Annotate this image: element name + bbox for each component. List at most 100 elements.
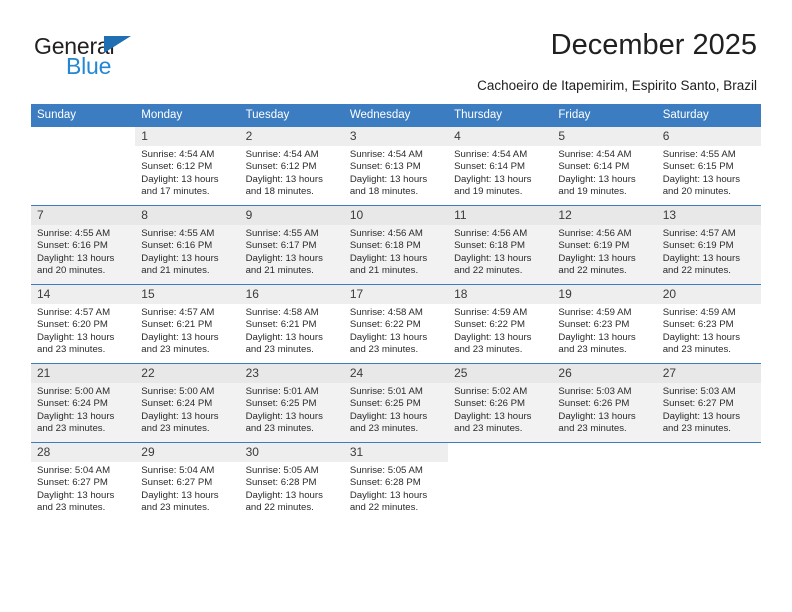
- calendar-day-cell[interactable]: 17 Sunrise: 4:58 AM Sunset: 6:22 PM Dayl…: [343, 284, 449, 364]
- day-details: Sunrise: 4:55 AM Sunset: 6:16 PM Dayligh…: [135, 225, 239, 278]
- day-number: 10: [343, 206, 449, 225]
- calendar-day-cell[interactable]: 25 Sunrise: 5:02 AM Sunset: 6:26 PM Dayl…: [448, 363, 553, 443]
- daylight-text-line2: and 19 minutes.: [454, 186, 523, 198]
- calendar-day-cell[interactable]: 2 Sunrise: 4:54 AM Sunset: 6:12 PM Dayli…: [239, 126, 344, 206]
- day-details: Sunrise: 4:56 AM Sunset: 6:18 PM Dayligh…: [344, 225, 448, 278]
- daylight-text-line1: Daylight: 13 hours: [558, 410, 636, 422]
- calendar-day-cell[interactable]: 9 Sunrise: 4:55 AM Sunset: 6:17 PM Dayli…: [239, 205, 344, 285]
- sunset-text: Sunset: 6:25 PM: [245, 398, 317, 410]
- calendar-day-cell[interactable]: 20 Sunrise: 4:59 AM Sunset: 6:23 PM Dayl…: [656, 284, 761, 364]
- day-number: 4: [448, 127, 553, 146]
- calendar-day-cell[interactable]: 21 Sunrise: 5:00 AM Sunset: 6:24 PM Dayl…: [31, 363, 136, 443]
- sunset-text: Sunset: 6:13 PM: [349, 161, 421, 173]
- daylight-text-line2: and 23 minutes.: [37, 423, 106, 435]
- calendar-day-cell[interactable]: 12 Sunrise: 4:56 AM Sunset: 6:19 PM Dayl…: [552, 205, 657, 285]
- calendar-day-cell[interactable]: 22 Sunrise: 5:00 AM Sunset: 6:24 PM Dayl…: [135, 363, 240, 443]
- day-details: Sunrise: 4:55 AM Sunset: 6:15 PM Dayligh…: [657, 146, 761, 199]
- daylight-text-line2: and 19 minutes.: [558, 186, 627, 198]
- weekday-header-saturday: Saturday: [656, 104, 761, 127]
- calendar-day-cell[interactable]: 3 Sunrise: 4:54 AM Sunset: 6:13 PM Dayli…: [343, 126, 449, 206]
- calendar-day-cell[interactable]: 10 Sunrise: 4:56 AM Sunset: 6:18 PM Dayl…: [343, 205, 449, 285]
- calendar-day-cell[interactable]: 13 Sunrise: 4:57 AM Sunset: 6:19 PM Dayl…: [656, 205, 761, 285]
- calendar-day-cell[interactable]: 19 Sunrise: 4:59 AM Sunset: 6:23 PM Dayl…: [552, 284, 657, 364]
- day-number: 9: [239, 206, 344, 225]
- day-number: 18: [448, 285, 553, 304]
- sunrise-text: Sunrise: 4:55 AM: [141, 228, 215, 239]
- generalblue-logo[interactable]: General Blue: [34, 33, 224, 83]
- calendar-day-cell[interactable]: 28 Sunrise: 5:04 AM Sunset: 6:27 PM Dayl…: [31, 442, 136, 521]
- day-number: 22: [135, 364, 240, 383]
- calendar-week-row: 14 Sunrise: 4:57 AM Sunset: 6:20 PM Dayl…: [31, 284, 761, 364]
- page-title: December 2025: [550, 29, 757, 61]
- calendar-day-cell[interactable]: 23 Sunrise: 5:01 AM Sunset: 6:25 PM Dayl…: [239, 363, 344, 443]
- sunrise-text: Sunrise: 4:59 AM: [558, 307, 632, 318]
- daylight-text-line1: Daylight: 13 hours: [558, 331, 636, 343]
- daylight-text-line1: Daylight: 13 hours: [37, 331, 115, 343]
- calendar-header-row: Sunday Monday Tuesday Wednesday Thursday…: [31, 104, 761, 127]
- sunset-text: Sunset: 6:15 PM: [662, 161, 734, 173]
- daylight-text-line1: Daylight: 13 hours: [454, 252, 532, 264]
- daylight-text-line2: and 23 minutes.: [662, 423, 731, 435]
- calendar-day-cell[interactable]: 27 Sunrise: 5:03 AM Sunset: 6:27 PM Dayl…: [656, 363, 761, 443]
- calendar-day-cell[interactable]: 14 Sunrise: 4:57 AM Sunset: 6:20 PM Dayl…: [31, 284, 136, 364]
- daylight-text-line2: and 20 minutes.: [37, 265, 106, 277]
- sunrise-text: Sunrise: 4:56 AM: [558, 228, 632, 239]
- sunrise-text: Sunrise: 5:05 AM: [245, 465, 319, 476]
- day-number: 29: [135, 443, 240, 462]
- day-number: 17: [343, 285, 449, 304]
- calendar-day-cell[interactable]: 15 Sunrise: 4:57 AM Sunset: 6:21 PM Dayl…: [135, 284, 240, 364]
- sunset-text: Sunset: 6:17 PM: [245, 240, 317, 252]
- weekday-header-tuesday: Tuesday: [239, 104, 344, 127]
- calendar-day-cell[interactable]: 1 Sunrise: 4:54 AM Sunset: 6:12 PM Dayli…: [135, 126, 240, 206]
- sunset-text: Sunset: 6:26 PM: [558, 398, 630, 410]
- daylight-text-line2: and 21 minutes.: [141, 265, 210, 277]
- calendar-day-cell[interactable]: 24 Sunrise: 5:01 AM Sunset: 6:25 PM Dayl…: [343, 363, 449, 443]
- daylight-text-line1: Daylight: 13 hours: [245, 410, 323, 422]
- day-details: Sunrise: 5:03 AM Sunset: 6:27 PM Dayligh…: [657, 383, 761, 436]
- sunset-text: Sunset: 6:14 PM: [558, 161, 630, 173]
- daylight-text-line2: and 22 minutes.: [662, 265, 731, 277]
- calendar-day-cell[interactable]: 6 Sunrise: 4:55 AM Sunset: 6:15 PM Dayli…: [656, 126, 761, 206]
- daylight-text-line2: and 18 minutes.: [245, 186, 314, 198]
- day-number: 2: [239, 127, 344, 146]
- sunrise-text: Sunrise: 4:54 AM: [245, 149, 319, 160]
- page-header: General Blue December 2025 Cachoeiro de …: [0, 0, 792, 104]
- day-number: [31, 127, 135, 133]
- calendar-day-cell[interactable]: 8 Sunrise: 4:55 AM Sunset: 6:16 PM Dayli…: [135, 205, 240, 285]
- calendar-day-cell[interactable]: 31 Sunrise: 5:05 AM Sunset: 6:28 PM Dayl…: [343, 442, 449, 521]
- day-details: Sunrise: 5:04 AM Sunset: 6:27 PM Dayligh…: [135, 462, 239, 515]
- calendar-day-cell[interactable]: 30 Sunrise: 5:05 AM Sunset: 6:28 PM Dayl…: [239, 442, 344, 521]
- sunset-text: Sunset: 6:27 PM: [141, 477, 213, 489]
- day-details: Sunrise: 4:54 AM Sunset: 6:12 PM Dayligh…: [135, 146, 239, 199]
- daylight-text-line1: Daylight: 13 hours: [37, 252, 115, 264]
- calendar-day-cell[interactable]: 18 Sunrise: 4:59 AM Sunset: 6:22 PM Dayl…: [448, 284, 553, 364]
- sunrise-text: Sunrise: 4:54 AM: [141, 149, 215, 160]
- calendar-day-cell[interactable]: 11 Sunrise: 4:56 AM Sunset: 6:18 PM Dayl…: [448, 205, 553, 285]
- daylight-text-line2: and 23 minutes.: [37, 502, 106, 514]
- weekday-header-monday: Monday: [135, 104, 240, 127]
- calendar-day-cell[interactable]: 16 Sunrise: 4:58 AM Sunset: 6:21 PM Dayl…: [239, 284, 344, 364]
- daylight-text-line1: Daylight: 13 hours: [349, 173, 428, 185]
- calendar-day-cell[interactable]: 4 Sunrise: 4:54 AM Sunset: 6:14 PM Dayli…: [448, 126, 553, 206]
- day-details: Sunrise: 5:05 AM Sunset: 6:28 PM Dayligh…: [344, 462, 448, 515]
- calendar-day-cell: [552, 442, 657, 521]
- day-details: Sunrise: 5:01 AM Sunset: 6:25 PM Dayligh…: [240, 383, 344, 436]
- daylight-text-line2: and 23 minutes.: [558, 344, 627, 356]
- sunset-text: Sunset: 6:26 PM: [454, 398, 526, 410]
- calendar-day-cell[interactable]: 29 Sunrise: 5:04 AM Sunset: 6:27 PM Dayl…: [135, 442, 240, 521]
- sunset-text: Sunset: 6:12 PM: [245, 161, 317, 173]
- calendar-day-cell[interactable]: 5 Sunrise: 4:54 AM Sunset: 6:14 PM Dayli…: [552, 126, 657, 206]
- day-number: 1: [135, 127, 240, 146]
- daylight-text-line1: Daylight: 13 hours: [141, 252, 219, 264]
- calendar-day-cell[interactable]: 7 Sunrise: 4:55 AM Sunset: 6:16 PM Dayli…: [31, 205, 136, 285]
- calendar-day-cell[interactable]: 26 Sunrise: 5:03 AM Sunset: 6:26 PM Dayl…: [552, 363, 657, 443]
- day-details: Sunrise: 4:58 AM Sunset: 6:22 PM Dayligh…: [344, 304, 448, 357]
- daylight-text-line1: Daylight: 13 hours: [245, 489, 323, 501]
- sunrise-text: Sunrise: 5:01 AM: [349, 386, 423, 397]
- daylight-text-line1: Daylight: 13 hours: [454, 173, 532, 185]
- day-details: Sunrise: 4:56 AM Sunset: 6:19 PM Dayligh…: [552, 225, 656, 278]
- daylight-text-line2: and 18 minutes.: [349, 186, 419, 198]
- day-details: Sunrise: 5:01 AM Sunset: 6:25 PM Dayligh…: [344, 383, 448, 436]
- calendar-day-cell: [448, 442, 553, 521]
- day-details: Sunrise: 4:55 AM Sunset: 6:17 PM Dayligh…: [240, 225, 344, 278]
